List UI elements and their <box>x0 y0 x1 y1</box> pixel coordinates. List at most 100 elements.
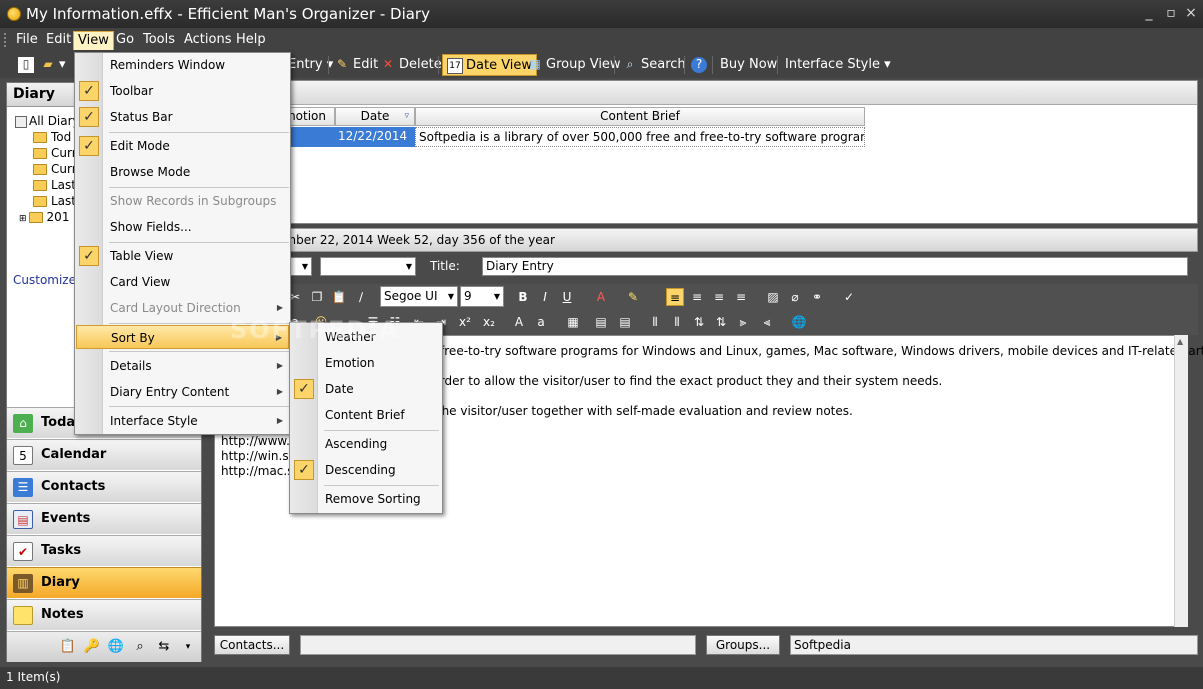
nav-events[interactable]: ▤ Events <box>7 503 201 534</box>
groups-field[interactable]: Softpedia <box>790 635 1198 655</box>
clipboard-icon[interactable]: 📋 <box>59 638 77 656</box>
menu-browse-mode[interactable]: Browse Mode <box>76 160 289 184</box>
menu-toolbar[interactable]: ✓ Toolbar <box>76 79 289 103</box>
date-view-button[interactable]: 17 Date View <box>442 54 538 76</box>
table-row-brief[interactable]: Softpedia is a library of over 500,000 f… <box>415 127 865 147</box>
hyperlink-icon[interactable]: 🌐 <box>790 313 808 331</box>
edit-button[interactable]: ✎ Edit <box>332 54 380 76</box>
search-button[interactable]: ⌕ Search <box>620 54 688 76</box>
sort-remove-sorting[interactable]: Remove Sorting <box>291 487 441 511</box>
globe-icon[interactable]: 🌐 <box>107 638 125 656</box>
content-link[interactable]: http://mac.s <box>221 464 293 478</box>
delete-button[interactable]: ✕ Delete <box>378 54 444 76</box>
tree-item[interactable]: Last <box>33 178 76 192</box>
content-link[interactable]: http://win.so <box>221 449 296 463</box>
subscript-icon[interactable]: x₂ <box>480 313 498 331</box>
open-icon[interactable]: ▰ ▾ <box>38 54 68 76</box>
underline-icon[interactable]: U <box>558 288 576 306</box>
row-below-icon[interactable]: ⇅ <box>712 313 730 331</box>
clear-icon[interactable]: ∕ <box>352 288 370 306</box>
split-cells-icon[interactable]: ⫷ <box>758 313 776 331</box>
table-icon[interactable]: ▦ <box>564 313 582 331</box>
col-content-brief[interactable]: Content Brief <box>415 107 865 126</box>
menu-reminders-window[interactable]: Reminders Window <box>76 53 289 77</box>
italic-icon[interactable]: I <box>536 288 554 306</box>
spellcheck-icon[interactable]: ✓ <box>840 288 858 306</box>
table-row-date[interactable]: 12/22/2014 <box>335 127 415 147</box>
column-right-icon[interactable]: ⫴ <box>668 313 686 331</box>
menu-actions[interactable]: Actions <box>180 31 236 50</box>
nav-notes[interactable]: Notes <box>7 599 201 630</box>
chevron-down-icon[interactable]: ▾ <box>179 638 197 656</box>
font-color-icon[interactable]: A <box>592 288 610 306</box>
interface-style-button[interactable]: Interface Style ▾ <box>783 54 893 76</box>
image-icon[interactable]: ▨ <box>764 288 782 306</box>
sort-date[interactable]: ✓ Date <box>291 377 441 401</box>
menu-show-fields[interactable]: Show Fields... <box>76 215 289 239</box>
sort-content-brief[interactable]: Content Brief <box>291 403 441 427</box>
nav-contacts[interactable]: ☰ Contacts <box>7 471 201 502</box>
title-input[interactable]: Diary Entry <box>482 257 1188 276</box>
superscript-icon[interactable]: x² <box>456 313 474 331</box>
link-icon[interactable]: ⚭ <box>808 288 826 306</box>
paste-icon[interactable]: 📋 <box>330 288 348 306</box>
menu-edit[interactable]: Edit <box>42 31 75 50</box>
align-center-icon[interactable]: ≡ <box>688 288 706 306</box>
tree-item[interactable]: Tod <box>33 130 71 144</box>
sort-descending[interactable]: ✓ Descending <box>291 458 441 482</box>
menu-view[interactable]: View <box>73 31 114 50</box>
tree-root[interactable]: All Diary <box>15 114 80 128</box>
sync-icon[interactable]: ⇆ <box>155 638 173 656</box>
sort-ascending[interactable]: Ascending <box>291 432 441 456</box>
menu-interface-style[interactable]: Interface Style ▶ <box>76 409 289 433</box>
copy-icon[interactable]: ❐ <box>308 288 326 306</box>
content-link[interactable]: http://www.s <box>221 434 296 448</box>
weather-select[interactable]: ▼ <box>320 257 416 276</box>
buy-now-button[interactable]: Buy Now <box>718 54 779 76</box>
contacts-field[interactable] <box>300 635 696 655</box>
menu-diary-entry-content[interactable]: Diary Entry Content ▶ <box>76 380 289 404</box>
search-icon[interactable]: ⌕ <box>131 638 149 656</box>
menu-card-view[interactable]: Card View <box>76 270 289 294</box>
attach-icon[interactable]: ⌀ <box>786 288 804 306</box>
menu-details[interactable]: Details ▶ <box>76 354 289 378</box>
menu-tools[interactable]: Tools <box>139 31 179 50</box>
contacts-button[interactable]: Contacts... <box>214 635 290 655</box>
scroll-up-icon[interactable]: ▲ <box>1177 337 1183 346</box>
tree-item[interactable]: Last <box>33 194 76 208</box>
content-scrollbar[interactable]: ▲ <box>1174 335 1188 627</box>
row-above-icon[interactable]: ⇅ <box>690 313 708 331</box>
menu-file[interactable]: File <box>12 31 42 50</box>
menu-table-view[interactable]: ✓ Table View <box>76 244 289 268</box>
emotion-select[interactable]: ▼ <box>290 257 312 276</box>
tree-item[interactable]: ⊞ 201 <box>19 210 69 224</box>
tree-item[interactable]: Curr <box>33 162 77 176</box>
sort-emotion[interactable]: Emotion <box>291 351 441 375</box>
column-left-icon[interactable]: ⫴ <box>646 313 664 331</box>
group-view-button[interactable]: ▦ Group View <box>525 54 623 76</box>
merge-cells-icon[interactable]: ⫸ <box>734 313 752 331</box>
nav-diary[interactable]: ▥ Diary <box>7 567 201 598</box>
restore-icon[interactable]: ▫ <box>1162 4 1180 22</box>
new-icon[interactable]: ▯ <box>16 54 39 76</box>
nav-tasks[interactable]: ✔ Tasks <box>7 535 201 566</box>
expand-icon[interactable]: ⊞ <box>19 214 27 224</box>
help-button[interactable]: ? <box>689 54 712 76</box>
menu-help[interactable]: Help <box>232 31 270 50</box>
bold-icon[interactable]: B <box>514 288 532 306</box>
font-select[interactable]: Segoe UI ▼ <box>380 286 458 307</box>
minimize-icon[interactable]: _ <box>1140 4 1158 22</box>
shrink-font-icon[interactable]: a <box>532 313 550 331</box>
groups-button[interactable]: Groups... <box>706 635 780 655</box>
nav-calendar[interactable]: 5 Calendar <box>7 439 201 470</box>
table-insert-icon[interactable]: ▤ <box>592 313 610 331</box>
justify-icon[interactable]: ≡ <box>732 288 750 306</box>
highlight-icon[interactable]: ✎ <box>624 288 642 306</box>
grow-font-icon[interactable]: A <box>510 313 528 331</box>
key-icon[interactable]: 🔑 <box>83 638 101 656</box>
font-size-select[interactable]: 9 ▼ <box>460 286 504 307</box>
menu-edit-mode[interactable]: ✓ Edit Mode <box>76 134 289 158</box>
menu-status-bar[interactable]: ✓ Status Bar <box>76 105 289 129</box>
table-delete-icon[interactable]: ▤ <box>616 313 634 331</box>
close-icon[interactable]: × <box>1182 4 1200 22</box>
